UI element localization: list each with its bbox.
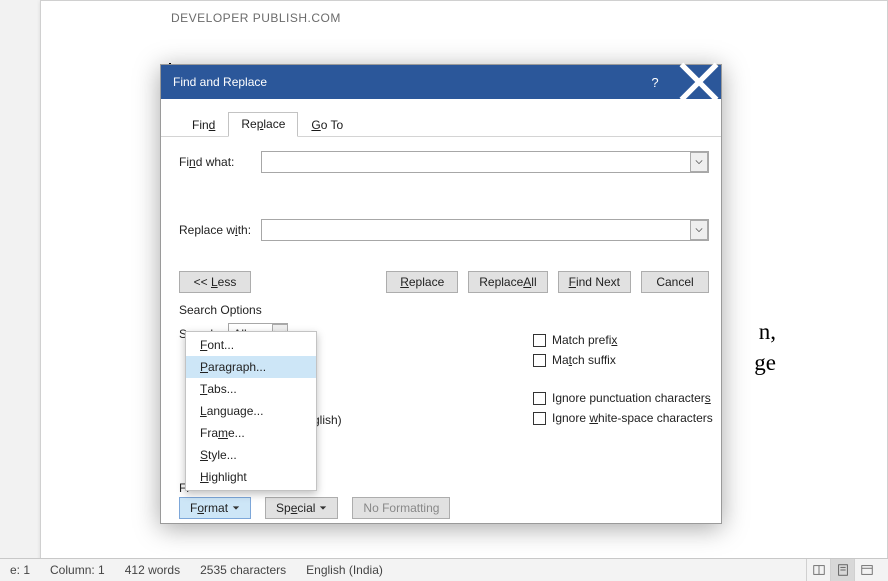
tab-find[interactable]: Find (179, 113, 228, 137)
no-formatting-button[interactable]: No Formatting (352, 497, 450, 519)
status-line[interactable]: e: 1 (10, 563, 30, 577)
search-options-label: Search Options (179, 303, 709, 317)
tab-replace[interactable]: Replace (228, 112, 298, 137)
print-layout-button[interactable] (830, 559, 854, 581)
chevron-down-icon[interactable] (690, 220, 708, 240)
view-mode-buttons (806, 559, 878, 581)
bottom-button-row: Format Special No Formatting (179, 497, 450, 519)
options-right-group-1: Match prefix Match suffix (533, 333, 617, 367)
format-button[interactable]: Format (179, 497, 251, 519)
ignore-whitespace-checkbox[interactable]: Ignore white-space characters (533, 411, 713, 425)
match-prefix-checkbox[interactable]: Match prefix (533, 333, 617, 347)
find-next-button[interactable]: Find Next (558, 271, 631, 293)
ignore-punctuation-checkbox[interactable]: Ignore punctuation characters (533, 391, 713, 405)
read-mode-icon (812, 563, 826, 577)
doc-header-text: DEVELOPER PUBLISH.COM (171, 11, 341, 25)
help-button[interactable]: ? (633, 65, 677, 99)
close-icon (677, 60, 721, 104)
dialog-titlebar: Find and Replace ? (161, 65, 721, 99)
close-button[interactable] (677, 65, 721, 99)
format-menu-font[interactable]: Font... (186, 334, 316, 356)
format-menu-style[interactable]: Style... (186, 444, 316, 466)
replace-with-label: Replace with: (179, 223, 261, 237)
format-menu-paragraph[interactable]: Paragraph... (186, 356, 316, 378)
web-layout-icon (860, 563, 874, 577)
print-layout-icon (836, 563, 850, 577)
less-button[interactable]: << Less (179, 271, 251, 293)
format-menu-tabs[interactable]: Tabs... (186, 378, 316, 400)
status-chars[interactable]: 2535 characters (200, 563, 286, 577)
status-column[interactable]: Column: 1 (50, 563, 105, 577)
format-menu-highlight[interactable]: Highlight (186, 466, 316, 488)
status-words[interactable]: 412 words (125, 563, 180, 577)
chevron-down-icon[interactable] (690, 152, 708, 172)
find-what-input[interactable] (261, 151, 709, 173)
dialog-content: Find what: Replace with: << Less Replace… (161, 137, 721, 345)
special-button[interactable]: Special (265, 497, 338, 519)
format-menu-frame[interactable]: Frame... (186, 422, 316, 444)
status-bar: e: 1 Column: 1 412 words 2535 characters… (0, 558, 888, 580)
read-mode-button[interactable] (806, 559, 830, 581)
side-info-fragment: glish) (313, 413, 342, 427)
replace-all-button[interactable]: Replace All (468, 271, 547, 293)
tab-strip: Find Replace Go To (161, 99, 721, 137)
replace-button[interactable]: Replace (386, 271, 458, 293)
format-menu: Font... Paragraph... Tabs... Language...… (185, 331, 317, 491)
dialog-title: Find and Replace (173, 75, 267, 89)
web-layout-button[interactable] (854, 559, 878, 581)
find-replace-dialog: Find and Replace ? Find Replace Go To Fi… (160, 64, 722, 524)
tab-goto[interactable]: Go To (298, 113, 356, 137)
replace-with-input[interactable] (261, 219, 709, 241)
status-language[interactable]: English (India) (306, 563, 383, 577)
cancel-button[interactable]: Cancel (641, 271, 709, 293)
match-suffix-checkbox[interactable]: Match suffix (533, 353, 617, 367)
find-what-label: Find what: (179, 155, 261, 169)
format-menu-language[interactable]: Language... (186, 400, 316, 422)
options-right-group-2: Ignore punctuation characters Ignore whi… (533, 391, 713, 425)
